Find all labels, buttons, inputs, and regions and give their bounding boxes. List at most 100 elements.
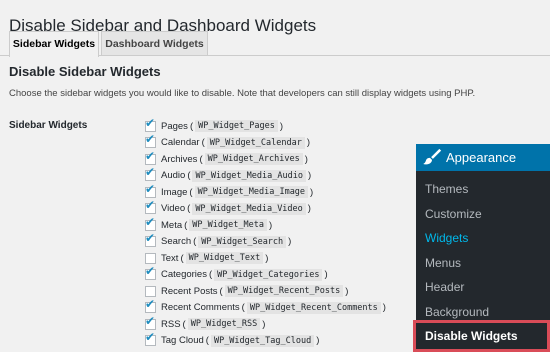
widget-row: ✔ Recent Comments(WP_Widget_Recent_Commen… xyxy=(145,298,388,317)
widget-class-name: WP_Widget_Media_Audio xyxy=(192,169,306,182)
paren-close: ) xyxy=(382,302,386,314)
widget-checkbox[interactable]: ✔ xyxy=(145,166,156,182)
checkmark-icon: ✔ xyxy=(145,132,156,147)
widget-name[interactable]: RSS xyxy=(161,319,181,330)
checkmark-icon: ✔ xyxy=(145,214,156,229)
paren-close: ) xyxy=(268,219,273,231)
widget-class-name: WP_Widget_Categories xyxy=(214,268,323,281)
widget-checkbox-list: ✔ Pages(WP_Widget_Pages) ✔ Calendar(WP_Widg… xyxy=(145,117,388,350)
submenu-item-disable-widgets[interactable]: Disable Widgets xyxy=(413,320,550,352)
widget-class-name: WP_Widget_Search xyxy=(198,235,287,248)
widget-checkbox[interactable]: ✔ xyxy=(145,331,156,347)
checkmark-icon: ✔ xyxy=(145,264,156,279)
widget-checkbox[interactable]: ✔ xyxy=(145,117,156,132)
paren-open: ( xyxy=(219,285,223,297)
paren-close: ) xyxy=(265,252,269,264)
widget-row: ✔ Tag Cloud(WP_Widget_Tag_Cloud) xyxy=(145,331,388,350)
checkmark-icon: ✔ xyxy=(145,313,156,328)
paren-open: ( xyxy=(180,252,184,264)
widget-name[interactable]: Archives xyxy=(161,154,197,165)
widget-row: ✔ Video(WP_Widget_Media_Video) xyxy=(145,199,388,218)
submenu-item-themes[interactable]: Themes xyxy=(416,177,550,202)
paintbrush-icon xyxy=(423,148,442,164)
paren-close: ) xyxy=(324,269,328,281)
checkmark-icon: ✔ xyxy=(145,297,156,312)
widget-name[interactable]: Recent Posts xyxy=(161,286,218,297)
checkmark-icon: ✔ xyxy=(145,165,156,180)
widget-name[interactable]: Pages xyxy=(161,121,188,132)
tab-sidebar-widgets[interactable]: Sidebar Widgets xyxy=(9,31,99,57)
paren-open: ( xyxy=(184,219,188,231)
widget-checkbox[interactable]: ✔ xyxy=(145,265,156,281)
sidebar-widgets-label: Sidebar Widgets xyxy=(9,120,88,131)
widget-class-name: WP_Widget_Media_Image xyxy=(194,186,309,199)
widget-row: ✔ Categories(WP_Widget_Categories) xyxy=(145,265,388,284)
paren-open: ( xyxy=(208,269,213,281)
submenu-item-menus[interactable]: Menus xyxy=(416,251,550,276)
widget-name[interactable]: Meta xyxy=(161,220,182,231)
paren-close: ) xyxy=(262,318,266,330)
submenu-item-header[interactable]: Header xyxy=(416,275,550,300)
checkmark-icon: ✔ xyxy=(145,115,156,130)
widget-name[interactable]: Text xyxy=(161,253,178,264)
checkmark-icon: ✔ xyxy=(145,330,156,345)
paren-open: ( xyxy=(241,302,245,314)
widget-class-name: WP_Widget_Meta xyxy=(189,219,267,232)
widget-checkbox[interactable]: ✔ xyxy=(145,216,156,231)
paren-close: ) xyxy=(310,186,314,198)
widget-name[interactable]: Categories xyxy=(161,269,207,280)
widget-checkbox[interactable]: ✔ xyxy=(145,183,156,198)
widget-class-name: WP_Widget_Tag_Cloud xyxy=(210,334,315,347)
widget-name[interactable]: Calendar xyxy=(161,137,200,148)
widget-row: ✔ Search(WP_Widget_Search) xyxy=(145,232,388,251)
section-title: Disable Sidebar Widgets xyxy=(9,64,161,79)
widget-class-name: WP_Widget_Pages xyxy=(195,120,278,133)
widget-checkbox[interactable]: ✔ xyxy=(145,315,156,330)
widget-checkbox[interactable]: ✔ xyxy=(145,150,156,165)
paren-open: ( xyxy=(189,120,194,132)
checkmark-icon: ✔ xyxy=(145,148,156,163)
menu-head-appearance[interactable]: Appearance xyxy=(416,144,550,171)
widget-row: ✔ Image(WP_Widget_Media_Image) xyxy=(145,183,388,201)
paren-close: ) xyxy=(307,203,311,215)
widget-checkbox[interactable] xyxy=(145,285,156,297)
paren-close: ) xyxy=(279,120,284,132)
widget-name[interactable]: Tag Cloud xyxy=(161,335,204,346)
widget-row: ✔ Meta(WP_Widget_Meta) xyxy=(145,216,388,234)
paren-open: ( xyxy=(182,318,186,330)
widget-checkbox[interactable]: ✔ xyxy=(145,232,156,248)
widget-class-name: WP_Widget_Recent_Posts xyxy=(224,285,344,298)
widget-row: Text(WP_Widget_Text) xyxy=(145,250,388,267)
widget-row: ✔ Audio(WP_Widget_Media_Audio) xyxy=(145,166,388,185)
menu-head-label: Appearance xyxy=(446,150,517,165)
widget-checkbox[interactable]: ✔ xyxy=(145,133,156,149)
widget-class-name: WP_Widget_Archives xyxy=(204,153,303,166)
paren-close: ) xyxy=(288,236,292,248)
paren-open: ( xyxy=(199,153,203,165)
widget-row: Recent Posts(WP_Widget_Recent_Posts) xyxy=(145,283,388,300)
widget-name[interactable]: Audio xyxy=(161,170,185,181)
section-description: Choose the sidebar widgets you would lik… xyxy=(9,88,476,99)
widget-checkbox[interactable]: ✔ xyxy=(145,298,156,314)
widget-name[interactable]: Image xyxy=(161,187,187,198)
widget-row: ✔ Pages(WP_Widget_Pages) xyxy=(145,117,388,135)
appearance-submenu: Themes Customize Widgets Menus Header Backgro… xyxy=(416,177,550,324)
widget-checkbox[interactable]: ✔ xyxy=(145,199,156,215)
widget-class-name: WP_Widget_Calendar xyxy=(206,136,305,149)
submenu-item-widgets[interactable]: Widgets xyxy=(416,226,550,251)
widget-name[interactable]: Search xyxy=(161,236,191,247)
paren-close: ) xyxy=(316,335,320,347)
paren-close: ) xyxy=(345,285,349,297)
paren-close: ) xyxy=(307,170,312,182)
widget-row: ✔ Calendar(WP_Widget_Calendar) xyxy=(145,133,388,152)
widget-name[interactable]: Recent Comments xyxy=(161,302,240,313)
widget-name[interactable]: Video xyxy=(161,203,185,214)
tab-dashboard-widgets[interactable]: Dashboard Widgets xyxy=(101,31,208,55)
widget-checkbox[interactable] xyxy=(145,252,156,264)
widget-row: ✔ RSS(WP_Widget_RSS) xyxy=(145,315,388,333)
widget-class-name: WP_Widget_Text xyxy=(185,252,264,265)
submenu-item-customize[interactable]: Customize xyxy=(416,202,550,227)
paren-open: ( xyxy=(189,186,193,198)
widget-row: ✔ Archives(WP_Widget_Archives) xyxy=(145,150,388,168)
paren-open: ( xyxy=(187,170,191,182)
